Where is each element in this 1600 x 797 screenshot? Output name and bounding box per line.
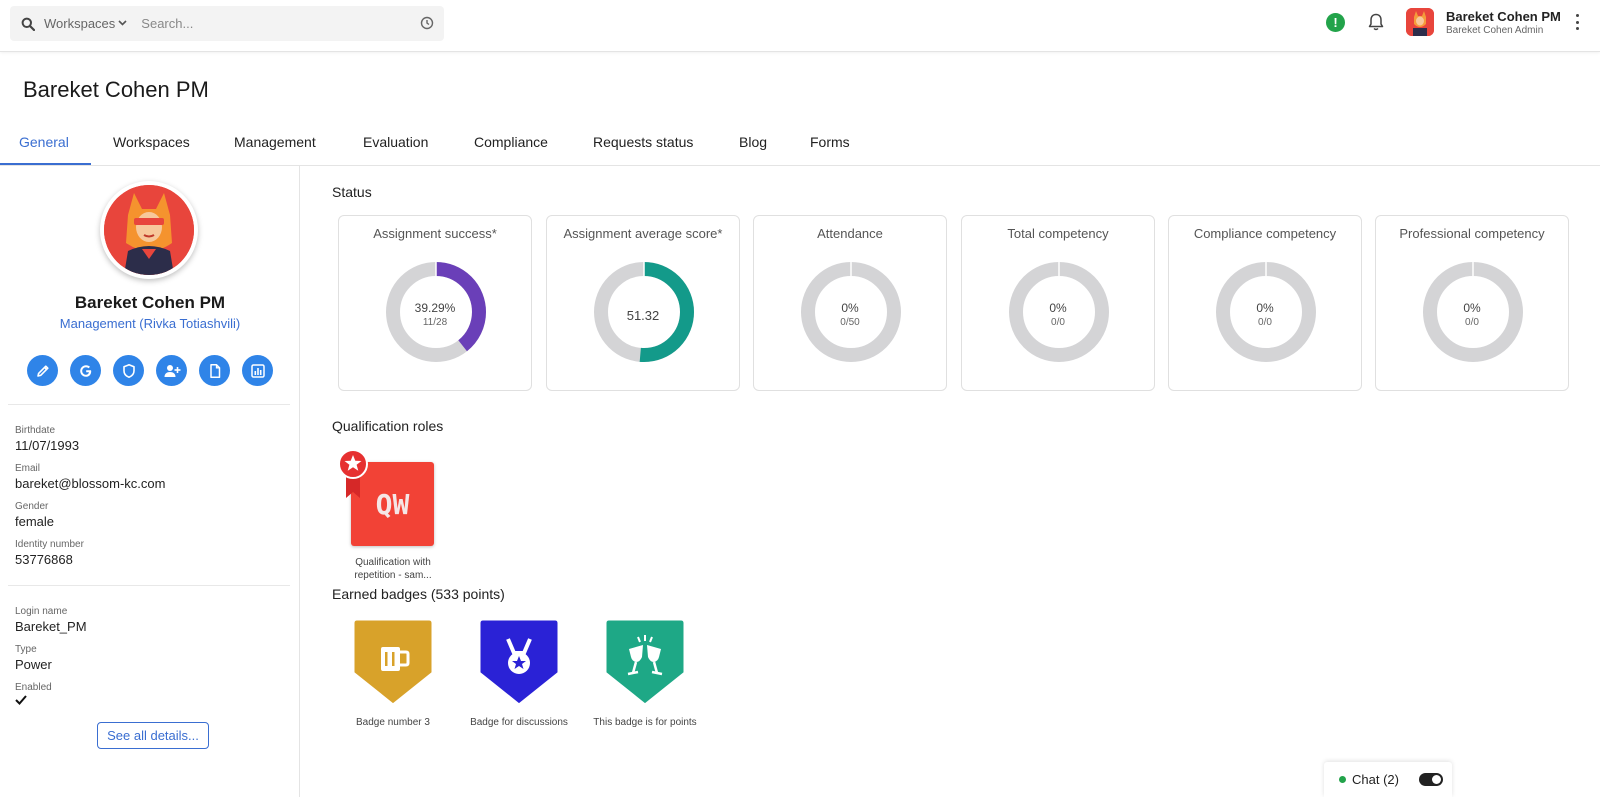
chat-toggle[interactable] bbox=[1418, 773, 1443, 786]
user-role: Bareket Cohen Admin bbox=[1446, 25, 1544, 36]
workspaces-dropdown-label: Workspaces bbox=[44, 16, 116, 31]
tab-bar: General Workspaces Management Evaluation… bbox=[0, 124, 1600, 166]
email-label: Email bbox=[15, 463, 41, 474]
add-user-icon[interactable] bbox=[156, 355, 187, 386]
status-card-fraction: 0/0 bbox=[1258, 317, 1272, 328]
identity-number-value: 53776868 bbox=[15, 552, 73, 567]
status-card-assignment-success[interactable]: Assignment success* 39.29% 11/28 bbox=[338, 215, 532, 391]
tab-workspaces[interactable]: Workspaces bbox=[113, 134, 190, 150]
qualification-roles-title: Qualification roles bbox=[332, 418, 444, 434]
email-value: bareket@blossom-kc.com bbox=[15, 476, 166, 491]
login-name-label: Login name bbox=[15, 606, 68, 617]
see-all-details-button[interactable]: See all details... bbox=[97, 722, 209, 749]
search-bar[interactable]: Workspaces bbox=[10, 6, 444, 41]
tab-compliance[interactable]: Compliance bbox=[474, 134, 548, 150]
login-name-value: Bareket_PM bbox=[15, 619, 87, 634]
status-card-title: Assignment average score* bbox=[563, 226, 723, 241]
profile-panel: Bareket Cohen PM Management (Rivka Totia… bbox=[0, 166, 300, 797]
gender-label: Gender bbox=[15, 501, 49, 512]
tab-management[interactable]: Management bbox=[234, 134, 316, 150]
alert-icon[interactable]: ! bbox=[1326, 13, 1345, 32]
tab-blog[interactable]: Blog bbox=[739, 134, 767, 150]
document-icon[interactable] bbox=[199, 355, 230, 386]
page-title: Bareket Cohen PM bbox=[23, 77, 209, 102]
qualification-role-label: Qualification with repetition - sam... bbox=[354, 557, 432, 581]
status-card-fraction: 0/0 bbox=[1051, 317, 1065, 328]
status-card-fraction: 0/0 bbox=[1465, 317, 1479, 328]
check-icon bbox=[15, 693, 27, 705]
status-card-title: Professional competency bbox=[1399, 226, 1545, 241]
birthdate-label: Birthdate bbox=[15, 425, 56, 436]
online-status-dot bbox=[1339, 776, 1346, 783]
status-card-attendance[interactable]: Attendance 0% 0/50 bbox=[753, 215, 947, 391]
edit-icon[interactable] bbox=[27, 355, 58, 386]
birthdate-value: 11/07/1993 bbox=[15, 438, 80, 453]
enabled-label: Enabled bbox=[15, 682, 52, 693]
profile-name: Bareket Cohen PM bbox=[74, 293, 226, 312]
type-value: Power bbox=[15, 657, 52, 672]
qualification-role-abbr: QW bbox=[375, 487, 410, 521]
tab-forms[interactable]: Forms bbox=[810, 134, 850, 150]
earned-badges-title: Earned badges (533 points) bbox=[332, 586, 505, 602]
badge-number-3[interactable] bbox=[350, 617, 436, 707]
status-card-title: Attendance bbox=[817, 226, 883, 241]
shield-icon[interactable] bbox=[113, 355, 144, 386]
alert-icon-glyph: ! bbox=[1333, 15, 1338, 30]
google-icon[interactable] bbox=[70, 355, 101, 386]
tab-evaluation[interactable]: Evaluation bbox=[363, 134, 428, 150]
status-card-percent: 0% bbox=[1463, 301, 1481, 315]
status-card-percent: 0% bbox=[1256, 301, 1274, 315]
gender-value: female bbox=[15, 514, 55, 529]
status-card-title: Compliance competency bbox=[1193, 226, 1337, 241]
user-name[interactable]: Bareket Cohen PM bbox=[1446, 9, 1561, 24]
workspaces-dropdown[interactable]: Workspaces bbox=[44, 16, 127, 31]
profile-actions bbox=[27, 355, 273, 386]
chat-label: Chat (2) bbox=[1352, 772, 1399, 787]
user-avatar[interactable] bbox=[1406, 8, 1434, 36]
type-label: Type bbox=[15, 644, 37, 655]
status-card-percent: 51.32 bbox=[626, 308, 660, 323]
divider bbox=[8, 585, 290, 586]
tab-requests-status[interactable]: Requests status bbox=[593, 134, 693, 150]
identity-number-label: Identity number bbox=[15, 539, 84, 550]
history-clock-icon[interactable] bbox=[420, 16, 434, 30]
report-chart-icon[interactable] bbox=[242, 355, 273, 386]
status-card-percent: 0% bbox=[841, 301, 859, 315]
badge-for-points[interactable] bbox=[602, 617, 688, 707]
badge-label: Badge for discussions bbox=[470, 717, 568, 728]
award-ribbon-icon bbox=[338, 448, 368, 502]
status-card-compliance-competency[interactable]: Compliance competency 0% 0/0 bbox=[1168, 215, 1362, 391]
status-card-assignment-average-score[interactable]: Assignment average score* 51.32 bbox=[546, 215, 740, 391]
status-card-title: Assignment success* bbox=[373, 226, 497, 241]
chevron-down-icon bbox=[118, 18, 127, 29]
status-card-percent: 0% bbox=[1049, 301, 1067, 315]
status-card-title: Total competency bbox=[1007, 226, 1109, 241]
status-section-title: Status bbox=[332, 184, 372, 200]
profile-avatar bbox=[100, 181, 198, 279]
badge-label: This badge is for points bbox=[593, 717, 697, 728]
notifications-bell-icon[interactable] bbox=[1366, 12, 1386, 32]
status-card-fraction: 11/28 bbox=[422, 317, 448, 328]
active-tab-indicator bbox=[0, 163, 91, 165]
top-bar: Workspaces ! Bareket Cohen PM Bareket Co… bbox=[0, 0, 1600, 52]
tab-general[interactable]: General bbox=[19, 134, 69, 150]
status-card-professional-competency[interactable]: Professional competency 0% 0/0 bbox=[1375, 215, 1569, 391]
divider bbox=[8, 404, 290, 405]
chat-widget[interactable]: Chat (2) bbox=[1324, 762, 1452, 797]
search-icon bbox=[20, 16, 36, 32]
status-card-percent: 39.29% bbox=[414, 301, 456, 315]
profile-department-link[interactable]: Management (Rivka Totiashvili) bbox=[0, 316, 300, 331]
status-card-total-competency[interactable]: Total competency 0% 0/0 bbox=[961, 215, 1155, 391]
badge-for-discussions[interactable] bbox=[476, 617, 562, 707]
more-options-icon[interactable] bbox=[1574, 14, 1580, 30]
badge-label: Badge number 3 bbox=[356, 717, 430, 728]
search-input[interactable] bbox=[141, 16, 412, 31]
status-card-fraction: 0/50 bbox=[840, 317, 860, 328]
